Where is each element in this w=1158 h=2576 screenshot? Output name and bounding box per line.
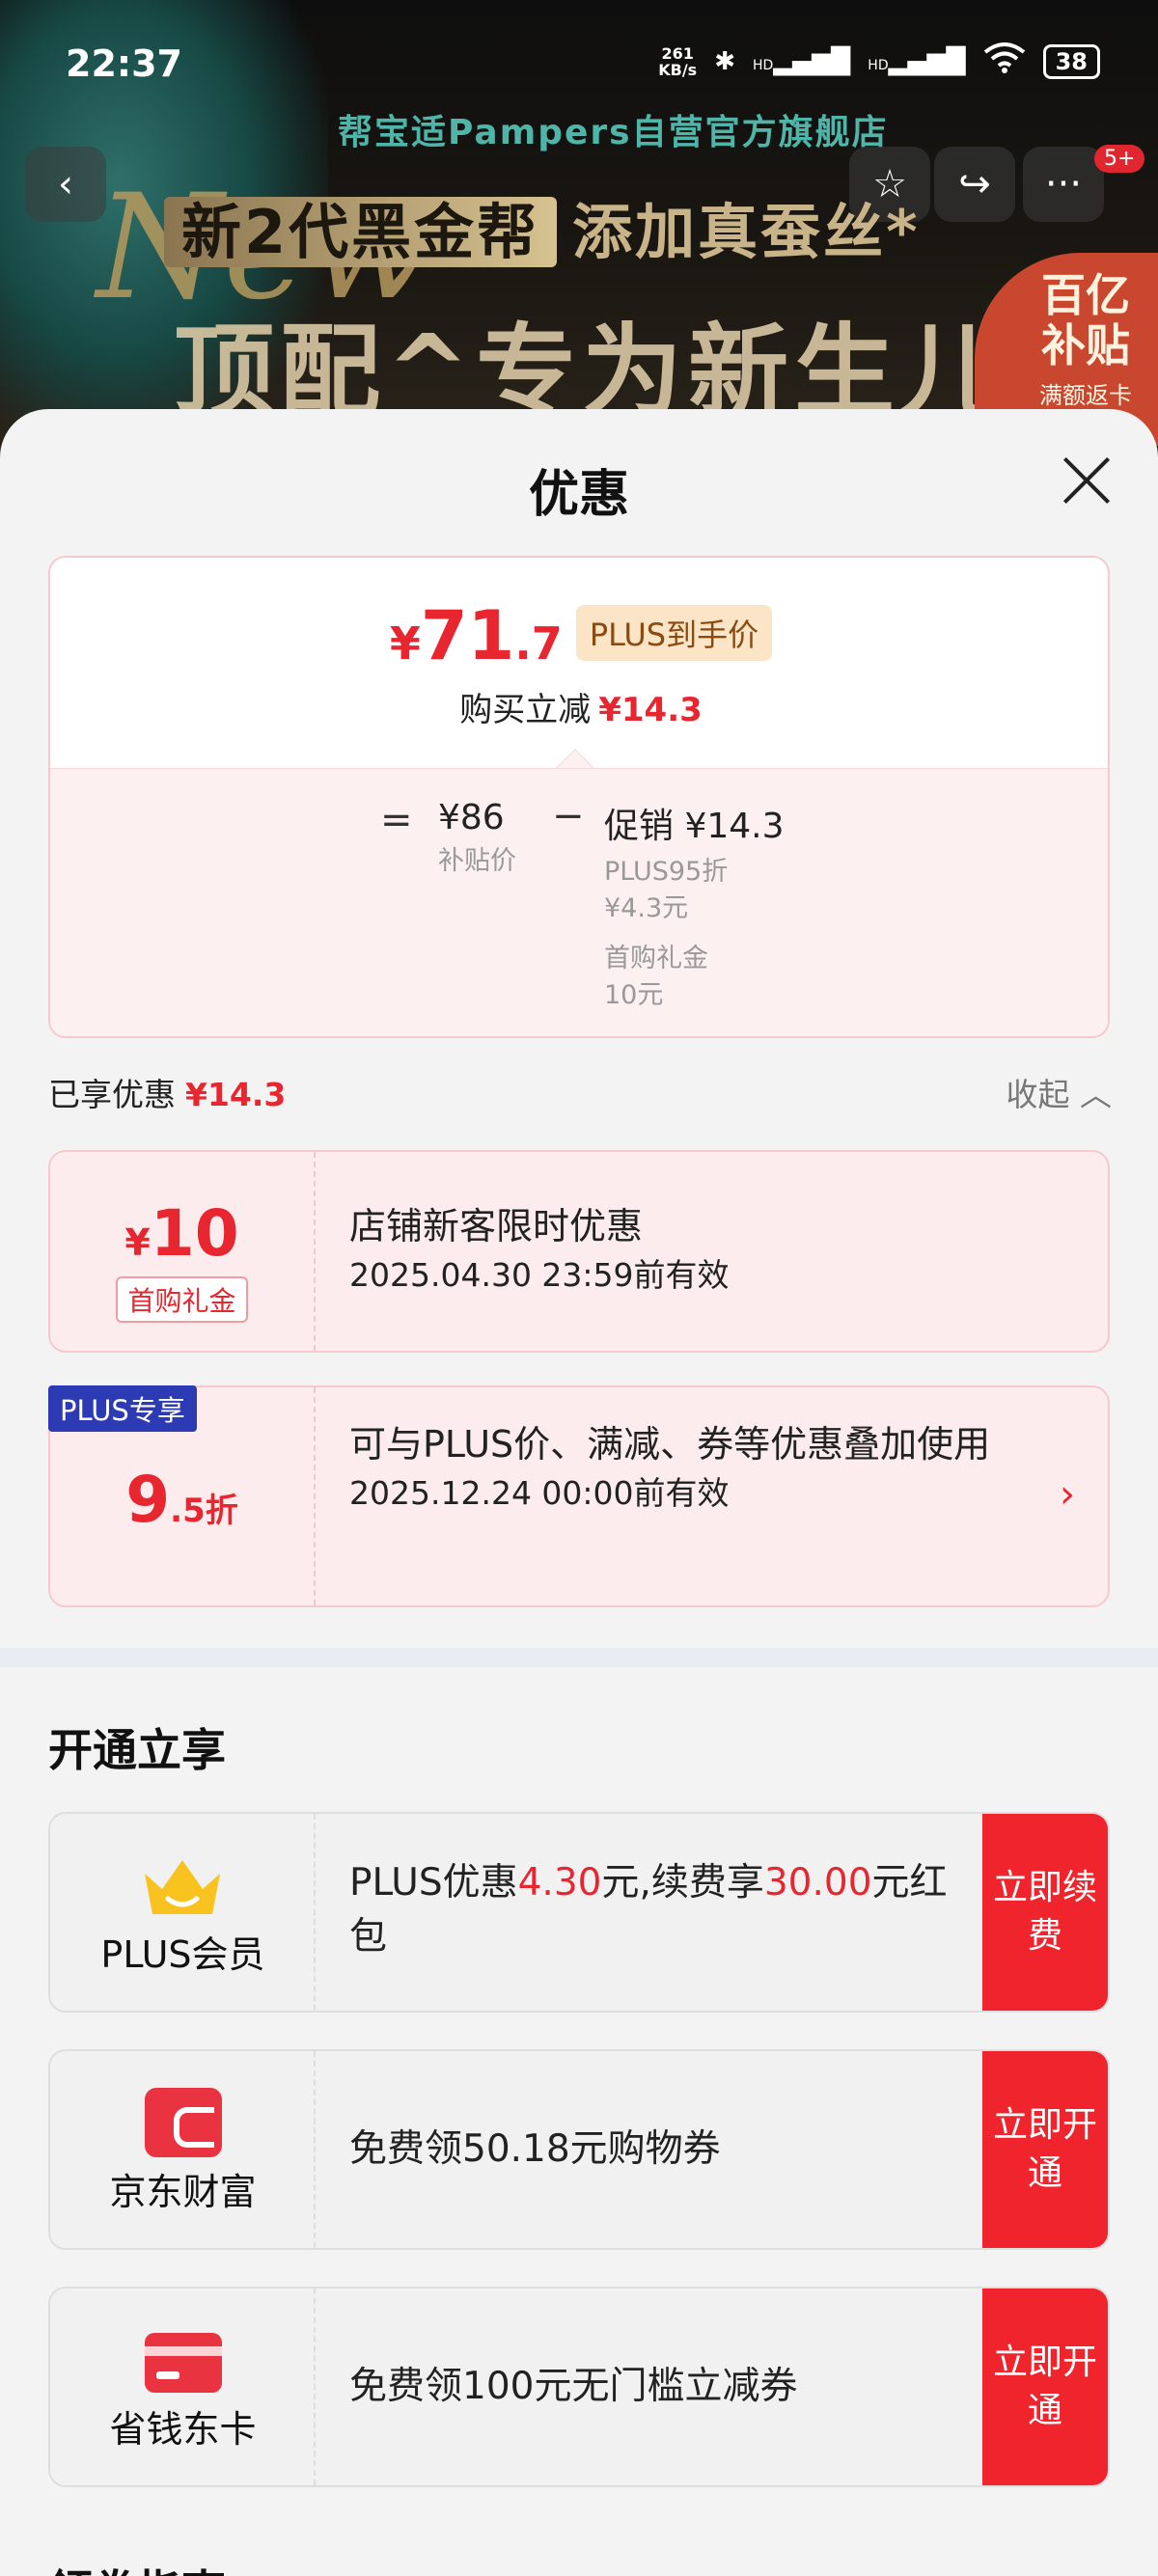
collapse-toggle[interactable]: 收起 ︿ [1006,1069,1113,1115]
banner-headline: 新2代黑金帮 添加真蚕丝* [164,183,921,270]
share-button[interactable]: ↪ [934,147,1015,222]
service-description: 免费领50.18元购物券 [349,2127,721,2171]
coupon-title: 可与PLUS价、满减、券等优惠叠加使用 [349,1423,991,1466]
next-section-title: 領卷指南 [48,2557,226,2576]
chevron-left-icon: ‹ [58,162,73,206]
plus-exclusive-badge: PLUS专享 [48,1385,197,1432]
coupon-validity: 2025.12.24 00:00前有效 [349,1474,730,1512]
coupon-validity: 2025.04.30 23:59前有效 [349,1256,730,1294]
equals-sign: = [380,798,413,842]
minus-sign: − [552,794,585,838]
store-name[interactable]: 帮宝适Pampers自营官方旗舰店 [338,104,889,154]
more-icon: ··· [1044,162,1083,206]
bluetooth-icon: ✱ [714,46,735,76]
share-icon: ↪ [958,162,991,206]
coupon-discount: 9.5折 [125,1463,238,1537]
coupon-info: 店铺新客限时优惠 2025.04.30 23:59前有效 [349,1200,1050,1299]
service-logo-panel: PLUS会员 [50,1814,316,2011]
activate-button[interactable]: 立即开通 [982,2051,1108,2248]
status-time: 22:37 [66,42,182,85]
service-logo-panel: 省钱东卡 [50,2288,316,2485]
enjoyed-discount: 已享优惠 ¥14.3 [48,1076,287,1113]
buy-reduce-line: 购买立减 ¥14.3 [459,691,703,729]
coupon-info: 可与PLUS价、满减、券等优惠叠加使用 2025.12.24 00:00前有效 [349,1418,1050,1517]
banner-tag: 新2代黑金帮 [164,197,558,267]
renew-button[interactable]: 立即续费 [982,1814,1108,2011]
service-name: 京东财富 [109,2171,257,2213]
network-speed: 261 KB/s [658,43,698,79]
wallet-icon [145,2088,222,2157]
promo-breakdown: 促销 ¥14.3 PLUS95折 ¥4.3元 首购礼金 10元 [604,807,785,1010]
activate-button[interactable]: 立即开通 [982,2288,1108,2485]
back-button[interactable]: ‹ [25,147,106,222]
service-description: 免费领100元无门槛立减券 [349,2365,798,2408]
service-name: PLUS会员 [100,1933,265,1976]
coupon-title: 店铺新客限时优惠 [349,1205,644,1247]
service-logo-panel: 京东财富 [50,2051,316,2248]
product-banner: 22:37 261 KB/s ✱ HD▂▄▆█ HD▂▄▆█ 38 帮宝适Pamp… [0,0,1158,453]
crown-icon [145,1860,220,1914]
coupon-amount-panel: ¥10 首购礼金 [50,1152,316,1351]
signal-icon-2: HD▂▄▆█ [868,46,966,76]
signal-icon: HD▂▄▆█ [753,46,851,76]
service-plus-member[interactable]: PLUS会员 PLUS优惠4.30元,续费享30.00元红包 立即续费 [48,1812,1110,2013]
base-price: ¥86 补贴价 [438,798,516,876]
final-price: ¥71.7 PLUS到手价 [50,596,1108,675]
banner-headline-text: 添加真蚕丝* [572,197,921,267]
more-button[interactable]: ··· [1023,147,1104,222]
battery-indicator: 38 [1042,43,1100,79]
price-breakdown: = ¥86 补贴价 − 促销 ¥14.3 PLUS95折 ¥4.3元 首购礼金 … [50,768,1108,1036]
service-saving-card[interactable]: 省钱东卡 免费领100元无门槛立减券 立即开通 [48,2287,1110,2487]
discount-sheet: 优惠 ¥71.7 PLUS到手价 购买立减 ¥14.3 = ¥86 补贴价 − 促销… [0,409,1158,2576]
price-summary-card: ¥71.7 PLUS到手价 购买立减 ¥14.3 = ¥86 补贴价 − 促销 ¥1… [48,556,1110,1038]
coupon-amount: ¥10 [124,1196,239,1271]
section-divider [0,1648,1158,1667]
sheet-title: 优惠 [528,466,629,524]
chevron-up-icon: ︿ [1080,1076,1112,1113]
wifi-icon [983,42,1026,80]
message-badge: 5+ [1094,145,1145,173]
coupon-tag: 首购礼金 [116,1276,248,1323]
coupon-first-purchase[interactable]: ¥10 首购礼金 店铺新客限时优惠 2025.04.30 23:59前有效 [48,1150,1110,1353]
status-icons: 261 KB/s ✱ HD▂▄▆█ HD▂▄▆█ 38 [658,42,1100,80]
coupon-plus-discount[interactable]: 9.5折 可与PLUS价、满减、券等优惠叠加使用 2025.12.24 00:0… [48,1385,1110,1607]
plus-price-tag: PLUS到手价 [575,605,773,661]
service-name: 省钱东卡 [109,2408,257,2451]
card-icon [145,2333,222,2393]
open-section-title: 开通立享 [48,1724,226,1776]
service-jd-wealth[interactable]: 京东财富 免费领50.18元购物券 立即开通 [48,2049,1110,2250]
final-price-amount: ¥71.7 [389,596,563,675]
service-description: PLUS优惠4.30元,续费享30.00元红包 [349,1861,948,1959]
chevron-right-icon[interactable]: › [1060,1472,1075,1517]
close-icon[interactable] [1058,452,1116,509]
